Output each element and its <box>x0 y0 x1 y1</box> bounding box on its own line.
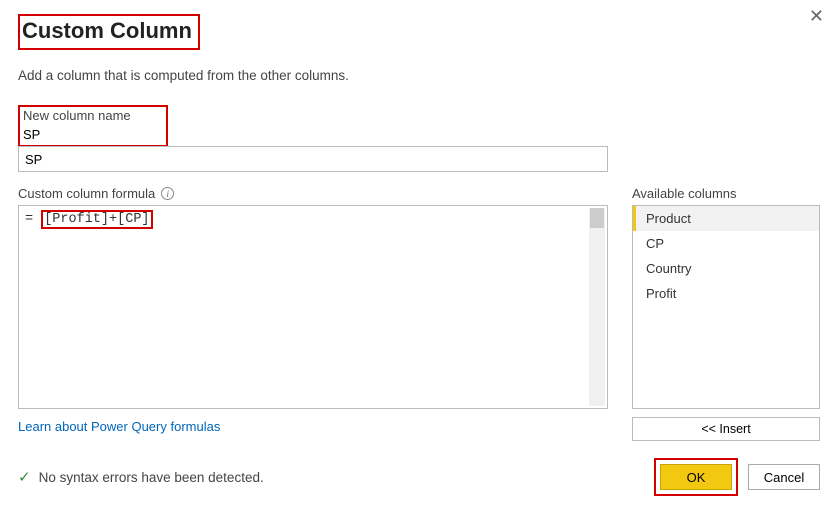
check-icon: ✓ <box>18 468 31 486</box>
column-name-input-full[interactable] <box>18 146 608 172</box>
insert-button[interactable]: << Insert <box>632 417 820 441</box>
formula-text: = [Profit]+[CP] <box>25 210 153 229</box>
formula-prefix: = <box>25 212 41 227</box>
learn-link[interactable]: Learn about Power Query formulas <box>18 419 220 434</box>
scrollbar-thumb[interactable] <box>590 208 604 228</box>
formula-editor[interactable]: = [Profit]+[CP] <box>18 205 608 409</box>
available-column-item[interactable]: Country <box>633 256 819 281</box>
dialog-subtitle: Add a column that is computed from the o… <box>18 68 820 83</box>
formula-value: [Profit]+[CP] <box>41 210 152 229</box>
column-name-input[interactable] <box>20 124 150 144</box>
formula-scrollbar[interactable] <box>589 208 605 406</box>
cancel-button[interactable]: Cancel <box>748 464 820 490</box>
available-column-item[interactable]: Product <box>633 206 819 231</box>
status-row: ✓ No syntax errors have been detected. <box>18 468 264 486</box>
available-column-item[interactable]: Profit <box>633 281 819 306</box>
column-name-label: New column name <box>20 107 166 124</box>
available-columns-label: Available columns <box>632 186 820 201</box>
dialog-title: Custom Column <box>18 14 200 50</box>
formula-label: Custom column formula <box>18 186 155 201</box>
status-text: No syntax errors have been detected. <box>39 470 264 485</box>
ok-button[interactable]: OK <box>660 464 732 490</box>
info-icon[interactable]: i <box>161 187 174 200</box>
available-columns-list[interactable]: ProductCPCountryProfit <box>632 205 820 409</box>
available-column-item[interactable]: CP <box>633 231 819 256</box>
close-icon[interactable]: ✕ <box>809 6 824 27</box>
